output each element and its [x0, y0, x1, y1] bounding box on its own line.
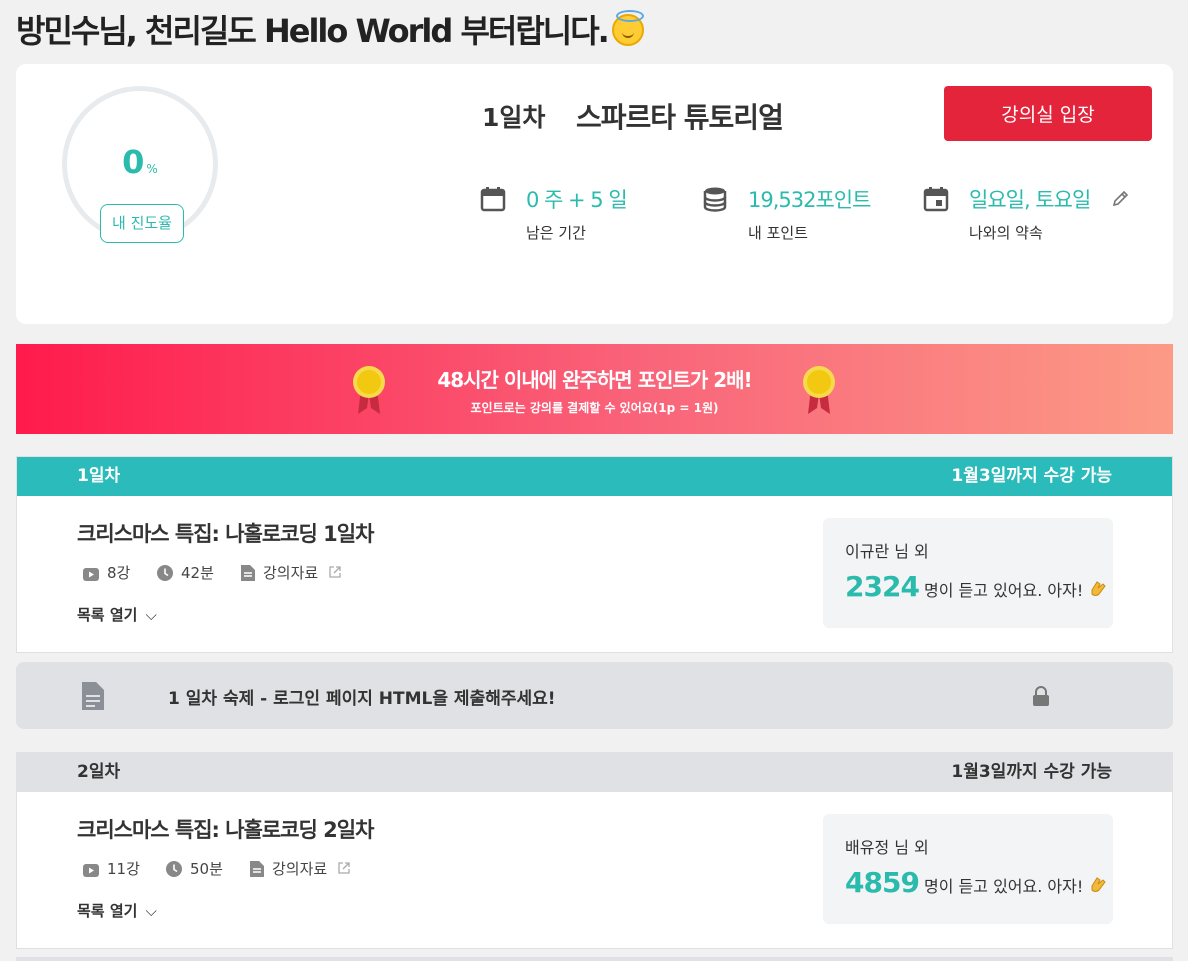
- week-section-1: 1일차 1월3일까지 수강 가능 크리스마스 특집: 나홀로코딩 1일차 8강 …: [16, 456, 1173, 653]
- listener-count: 4859: [845, 866, 920, 899]
- smiling-halo-emoji-icon: [611, 10, 644, 46]
- banner-subtitle: 포인트로는 강의를 결제할 수 있어요(1p = 1원): [470, 401, 719, 415]
- week-deadline: 1월3일까지 수강 가능: [951, 466, 1112, 486]
- listener-name: 배유정 님 외: [845, 838, 929, 857]
- promise-value: 일요일, 토요일: [969, 188, 1091, 212]
- pencil-edit-icon[interactable]: [1111, 190, 1129, 208]
- course-title: 스파르타 튜토리얼: [576, 101, 784, 134]
- progress-badge: 내 진도율: [100, 204, 184, 243]
- listeners-panel: 배유정 님 외 4859 명이 듣고 있어요. 아자!: [823, 814, 1113, 924]
- chevron-down-icon: ⌵: [145, 902, 157, 920]
- lock-icon: [1033, 686, 1049, 706]
- lecture-count: 8강: [83, 562, 130, 583]
- external-link-icon: [338, 862, 350, 874]
- points-value: 19,532포인트: [748, 188, 871, 212]
- open-list-toggle[interactable]: 목록 열기 ⌵: [77, 900, 157, 921]
- remaining-period-label: 남은 기간: [526, 224, 586, 242]
- listener-text: 명이 듣고 있어요. 아자!: [924, 877, 1084, 896]
- clock-icon: [166, 861, 182, 877]
- clock-icon: [157, 565, 173, 581]
- listener-text: 명이 듣고 있어요. 아자!: [924, 581, 1084, 600]
- clapping-hands-icon: [1091, 581, 1107, 596]
- calendar-event-icon: [923, 187, 949, 212]
- listeners-panel: 이규란 님 외 2324 명이 듣고 있어요. 아자!: [823, 518, 1113, 628]
- document-icon: [82, 682, 104, 710]
- week-body: 크리스마스 특집: 나홀로코딩 1일차 8강 42분 강의자료 목록 열기 ⌵ 이…: [17, 496, 1172, 652]
- lecture-title: 크리스마스 특집: 나홀로코딩 1일차: [77, 522, 374, 546]
- external-link-icon: [329, 566, 341, 578]
- promotion-banner[interactable]: 48시간 이내에 완주하면 포인트가 2배! 포인트로는 강의를 결제할 수 있…: [16, 344, 1173, 434]
- week-header[interactable]: 1일차 1월3일까지 수강 가능: [17, 457, 1172, 496]
- homework-row[interactable]: 1 일차 숙제 - 로그인 페이지 HTML을 제출해주세요!: [16, 662, 1173, 729]
- week-section-2: 2일차 1월3일까지 수강 가능 크리스마스 특집: 나홀로코딩 2일차 11강…: [16, 752, 1173, 949]
- progress-percent: 0%: [122, 143, 158, 181]
- greeting-heading: 방민수님, 천리길도 Hello World 부터랍니다.: [16, 6, 644, 52]
- remaining-period-value: 0 주 + 5 일: [526, 188, 628, 212]
- lecture-count: 11강: [83, 858, 140, 879]
- listener-count: 2324: [845, 570, 920, 603]
- greeting-text: 방민수님, 천리길도 Hello World 부터랍니다.: [16, 12, 610, 50]
- lecture-materials-link[interactable]: 강의자료: [241, 562, 341, 583]
- open-list-toggle[interactable]: 목록 열기 ⌵: [77, 604, 157, 625]
- week-deadline: 1월3일까지 수강 가능: [951, 762, 1112, 782]
- week-day-label: 2일차: [77, 762, 121, 782]
- chevron-down-icon: ⌵: [145, 606, 157, 624]
- video-icon: [83, 568, 99, 581]
- week-body: 크리스마스 특집: 나홀로코딩 2일차 11강 50분 강의자료 목록 열기 ⌵ …: [17, 792, 1172, 948]
- medal-icon: [803, 366, 835, 414]
- document-icon: [241, 565, 255, 581]
- banner-title: 48시간 이내에 완주하면 포인트가 2배!: [437, 368, 752, 392]
- week-header[interactable]: 2일차 1월3일까지 수강 가능: [17, 753, 1172, 792]
- lecture-title: 크리스마스 특집: 나홀로코딩 2일차: [77, 818, 374, 842]
- homework-text: 1 일차 숙제 - 로그인 페이지 HTML을 제출해주세요!: [168, 689, 556, 709]
- promise-label: 나와의 약속: [969, 224, 1043, 242]
- course-summary-card: 0% 내 진도율 1일차 스파르타 튜토리얼 강의실 입장 0 주 + 5 일 …: [16, 64, 1173, 324]
- document-icon: [250, 861, 264, 877]
- clapping-hands-icon: [1091, 877, 1107, 892]
- video-icon: [83, 864, 99, 877]
- points-label: 내 포인트: [748, 224, 808, 242]
- lecture-materials-link[interactable]: 강의자료: [250, 858, 350, 879]
- database-icon: [703, 187, 727, 212]
- calendar-icon: [480, 187, 506, 212]
- enter-classroom-button[interactable]: 강의실 입장: [944, 86, 1152, 141]
- course-day-label: 1일차: [482, 103, 546, 132]
- listener-name: 이규란 님 외: [845, 542, 929, 561]
- lecture-duration: 42분: [157, 562, 214, 583]
- week-day-label: 1일차: [77, 466, 121, 486]
- lecture-duration: 50분: [166, 858, 223, 879]
- next-week-section-edge: [16, 957, 1173, 961]
